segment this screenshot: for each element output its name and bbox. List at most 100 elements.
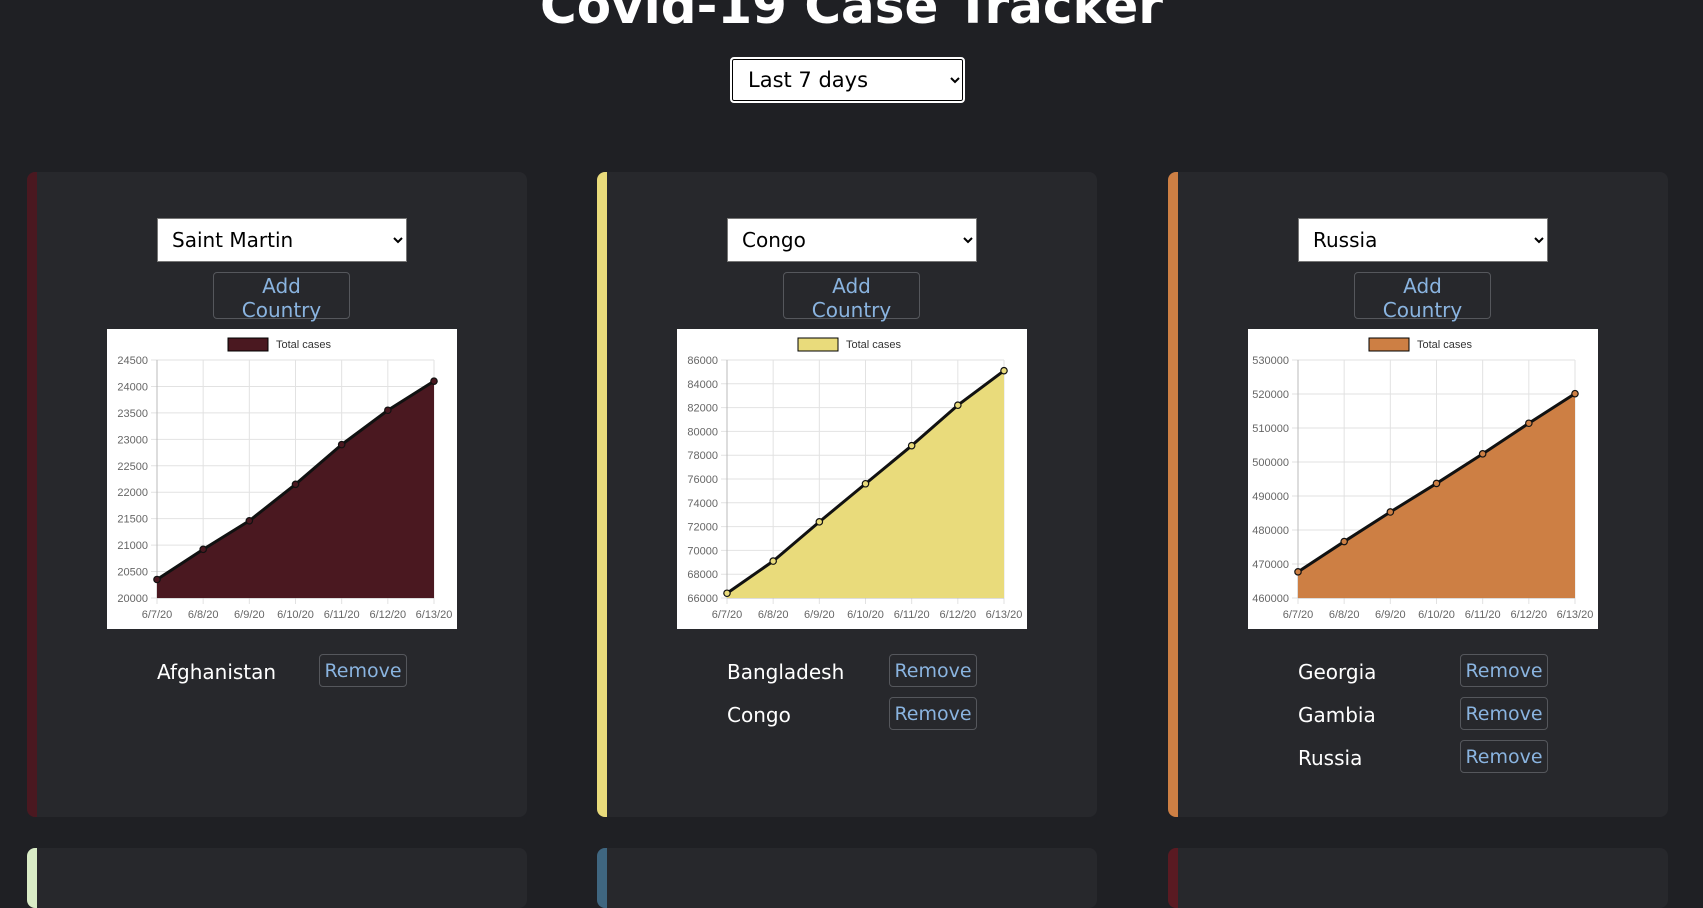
country-row: Congo Remove xyxy=(727,697,987,740)
chart-svg: Total cases 20000 20500 21000 21500 22000 2250… xyxy=(117,337,453,621)
legend-swatch xyxy=(1368,337,1410,352)
y-tick-label: 22500 xyxy=(117,461,148,473)
country-card xyxy=(597,848,1097,908)
remove-button[interactable]: Remove xyxy=(1460,654,1548,687)
y-tick-label: 76000 xyxy=(687,474,718,486)
data-point xyxy=(1478,450,1487,458)
y-tick-label: 66000 xyxy=(687,593,718,605)
y-tick-label: 84000 xyxy=(687,379,718,391)
country-card: Congo Add Country Total cases 66000 68000 7… xyxy=(597,172,1097,817)
x-tick-label: 6/11/20 xyxy=(324,609,360,621)
x-tick-label: 6/9/20 xyxy=(804,609,835,621)
data-point xyxy=(815,518,824,526)
remove-button[interactable]: Remove xyxy=(1460,697,1548,730)
country-name: Congo xyxy=(727,703,791,727)
data-point xyxy=(1000,366,1008,375)
x-tick-label: 6/11/20 xyxy=(1465,609,1501,621)
remove-button[interactable]: Remove xyxy=(319,654,407,687)
y-tick-label: 21000 xyxy=(117,540,148,552)
x-tick-label: 6/10/20 xyxy=(277,609,314,621)
country-select[interactable]: Saint Martin xyxy=(157,218,407,262)
y-tick-label: 460000 xyxy=(1252,593,1289,605)
country-row: Afghanistan Remove xyxy=(157,654,417,697)
remove-button[interactable]: Remove xyxy=(1460,740,1548,773)
x-tick-label: 6/13/20 xyxy=(986,609,1023,621)
add-country-button[interactable]: Add Country xyxy=(783,272,920,322)
y-tick-label: 82000 xyxy=(687,403,718,415)
data-point xyxy=(1294,568,1302,576)
data-point xyxy=(430,377,438,385)
chart-svg: Total cases 66000 68000 70000 72000 74000 7600… xyxy=(687,337,1023,621)
legend-label: Total cases xyxy=(1417,339,1473,351)
country-name: Bangladesh xyxy=(727,660,845,684)
x-tick-label: 6/13/20 xyxy=(1557,609,1594,621)
country-name: Afghanistan xyxy=(157,660,277,684)
y-tick-label: 23000 xyxy=(117,434,148,446)
country-name: Georgia xyxy=(1298,660,1377,684)
y-tick-label: 470000 xyxy=(1252,559,1289,571)
x-tick-label: 6/9/20 xyxy=(1375,609,1406,621)
y-tick-label: 510000 xyxy=(1252,423,1289,435)
card-accent-stripe xyxy=(597,848,607,908)
y-tick-label: 22000 xyxy=(117,487,148,499)
y-tick-label: 520000 xyxy=(1252,389,1289,401)
card-accent-stripe xyxy=(27,172,37,817)
time-range-select[interactable]: Last 7 days xyxy=(730,57,965,103)
country-card xyxy=(1168,848,1668,908)
x-tick-label: 6/12/20 xyxy=(369,609,406,621)
y-tick-label: 490000 xyxy=(1252,491,1289,503)
legend-swatch xyxy=(797,337,839,352)
y-tick-label: 72000 xyxy=(687,522,718,534)
add-country-button[interactable]: Add Country xyxy=(1354,272,1491,322)
y-tick-label: 78000 xyxy=(687,450,718,462)
country-row: Georgia Remove xyxy=(1298,654,1558,697)
data-point xyxy=(954,401,962,410)
y-tick-label: 80000 xyxy=(687,426,718,438)
remove-button[interactable]: Remove xyxy=(889,697,977,730)
data-point xyxy=(723,589,731,598)
y-tick-label: 480000 xyxy=(1252,525,1289,537)
data-point xyxy=(384,406,392,415)
data-point xyxy=(907,441,916,450)
y-tick-label: 21500 xyxy=(117,514,148,526)
data-point xyxy=(337,440,346,449)
country-select[interactable]: Russia xyxy=(1298,218,1548,262)
country-list: Bangladesh Remove Congo Remove xyxy=(727,654,987,740)
add-country-button[interactable]: Add Country xyxy=(213,272,350,322)
country-list: Georgia Remove Gambia Remove Russia Remo… xyxy=(1298,654,1558,783)
data-point xyxy=(1432,479,1441,488)
country-row: Russia Remove xyxy=(1298,740,1558,783)
card-accent-stripe xyxy=(1168,848,1178,908)
data-point xyxy=(291,480,300,489)
data-point xyxy=(199,545,207,554)
cases-chart: Total cases 66000 68000 70000 72000 74000 7600… xyxy=(677,329,1027,629)
x-tick-label: 6/8/20 xyxy=(758,609,789,621)
y-tick-label: 74000 xyxy=(687,498,718,510)
x-tick-label: 6/7/20 xyxy=(712,609,743,621)
x-tick-label: 6/13/20 xyxy=(416,609,453,621)
x-tick-label: 6/12/20 xyxy=(939,609,976,621)
country-list: Afghanistan Remove xyxy=(157,654,417,697)
country-name: Gambia xyxy=(1298,703,1376,727)
chart-svg: Total cases 460000 470000 480000 490000 50000… xyxy=(1252,337,1594,621)
remove-button[interactable]: Remove xyxy=(889,654,977,687)
y-tick-label: 20500 xyxy=(117,567,148,579)
data-point xyxy=(1340,537,1348,546)
data-point xyxy=(1571,389,1579,398)
legend-swatch xyxy=(227,337,269,352)
page-title: Covid-19 Case Tracker xyxy=(540,0,1163,35)
y-tick-label: 500000 xyxy=(1252,457,1289,469)
x-tick-label: 6/10/20 xyxy=(847,609,884,621)
country-select[interactable]: Congo xyxy=(727,218,977,262)
card-accent-stripe xyxy=(597,172,607,817)
x-tick-label: 6/12/20 xyxy=(1510,609,1547,621)
y-tick-label: 24500 xyxy=(117,355,148,367)
x-tick-label: 6/8/20 xyxy=(1329,609,1360,621)
cases-chart: Total cases 460000 470000 480000 490000 50000… xyxy=(1248,329,1598,629)
y-tick-label: 68000 xyxy=(687,569,718,581)
data-point xyxy=(1525,419,1533,428)
data-point xyxy=(861,479,870,488)
y-tick-label: 86000 xyxy=(687,355,718,367)
card-accent-stripe xyxy=(27,848,37,908)
card-accent-stripe xyxy=(1168,172,1178,817)
